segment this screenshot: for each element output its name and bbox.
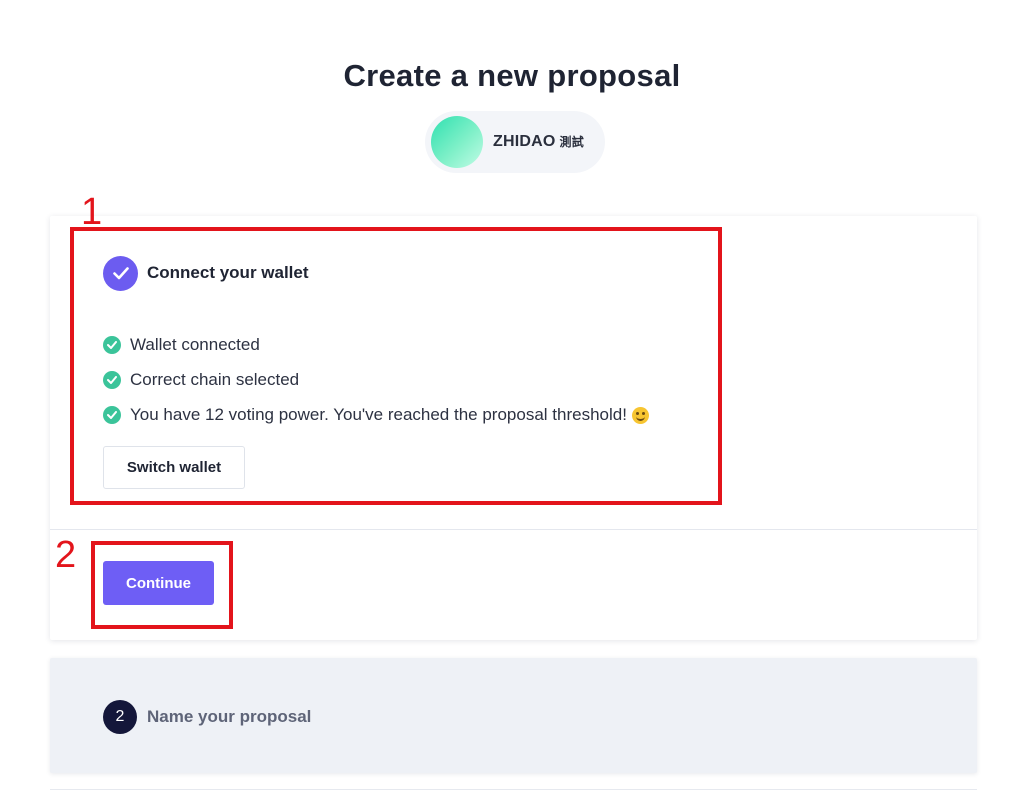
name-proposal-card[interactable]: 2 Name your proposal (50, 658, 977, 773)
annotation-box-1 (70, 227, 722, 505)
dao-tag: 測試 (559, 135, 584, 149)
dao-name: ZHIDAO 測試 (493, 133, 584, 151)
step-title: Name your proposal (147, 707, 312, 726)
annotation-label-2: 2 (55, 534, 77, 576)
page: Create a new proposal ZHIDAO 測試 Connect y… (0, 0, 1024, 793)
page-title: Create a new proposal (343, 58, 681, 93)
dao-badge[interactable]: ZHIDAO 測試 (425, 111, 605, 173)
step-number-badge: 2 (103, 700, 137, 734)
dao-name-text: ZHIDAO (493, 133, 556, 150)
divider (50, 789, 977, 790)
annotation-box-2 (91, 541, 233, 629)
annotation-label-1: 1 (81, 191, 103, 233)
divider (50, 529, 977, 530)
dao-avatar (431, 116, 483, 168)
